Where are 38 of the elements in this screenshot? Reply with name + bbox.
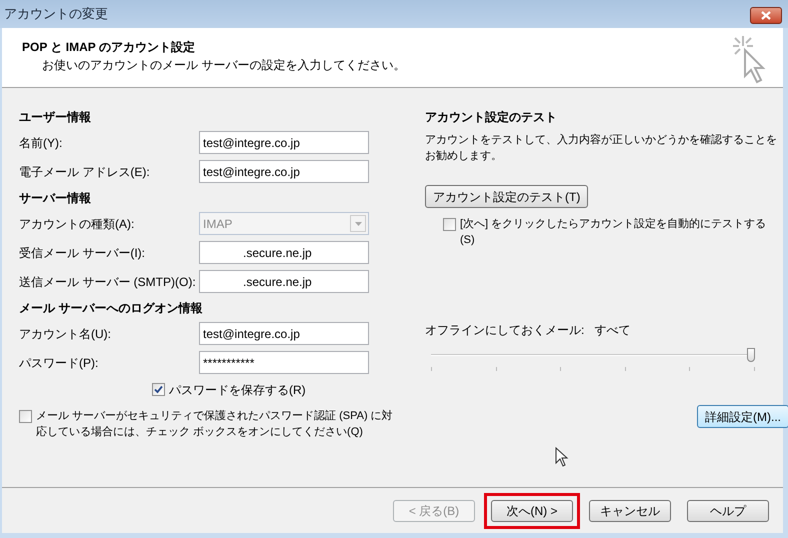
offline-label: オフラインにしておくメール:: [425, 322, 584, 339]
section-heading: メール サーバーへのログオン情報: [19, 300, 204, 316]
field-label: 電子メール アドレス(E):: [19, 164, 151, 180]
pointer-icon: [555, 447, 569, 467]
header-subtitle: お使いのアカウントのメール サーバーの設定を入力してください。: [41, 57, 406, 74]
close-button[interactable]: [750, 6, 782, 24]
advanced-settings-button[interactable]: 詳細設定(M)...: [697, 405, 788, 428]
section-heading: ユーザー情報: [19, 108, 92, 126]
field-label: 名前(Y):: [19, 134, 64, 152]
checkbox-label: パスワードを保存する(R): [169, 382, 306, 398]
field-label: パスワード(P):: [19, 354, 100, 372]
description-text: アカウントをテストして、入力内容が正しいかどうかを確認することをお勧めします。: [425, 132, 778, 164]
input-field[interactable]: ***********: [199, 351, 369, 374]
section-heading: アカウント設定のテスト: [425, 108, 558, 126]
checkbox-label: [次へ] をクリックしたらアカウント設定を自動的にテストする (S): [460, 216, 768, 248]
close-icon: [761, 10, 771, 20]
footer-button[interactable]: キャンセル: [589, 500, 671, 522]
checkbox-label: メール サーバーがセキュリティで保護されたパスワード認証 (SPA) に対応している場合には、チェック ボックスをオンにしてください(Q): [36, 408, 394, 440]
input-field[interactable]: .secure.ne.jp: [199, 241, 369, 264]
checkbox[interactable]: [19, 410, 32, 423]
footer-button[interactable]: 次へ(N) >: [491, 500, 573, 522]
header-title: POP と IMAP のアカウント設定: [22, 39, 196, 56]
test-settings-button[interactable]: アカウント設定のテスト(T): [425, 185, 588, 208]
field-label: アカウント名(U):: [19, 326, 112, 342]
field-label: アカウントの種類(A):: [19, 216, 136, 232]
input-field[interactable]: .secure.ne.jp: [199, 270, 369, 293]
caret-icon: [354, 222, 362, 226]
offline-value: すべて: [594, 322, 630, 339]
checkbox[interactable]: [152, 383, 165, 396]
footer-button[interactable]: ヘルプ: [687, 500, 769, 522]
field-label: 送信メール サーバー (SMTP)(O):: [19, 274, 197, 290]
input-field[interactable]: test@integre.co.jp: [199, 322, 369, 345]
input-field[interactable]: test@integre.co.jp: [199, 131, 369, 154]
window-title: アカウントの変更: [4, 5, 108, 24]
field-label: 受信メール サーバー(I):: [19, 244, 146, 262]
checkbox[interactable]: [443, 218, 456, 231]
section-heading: サーバー情報: [19, 190, 92, 206]
input-field[interactable]: test@integre.co.jp: [199, 160, 369, 183]
